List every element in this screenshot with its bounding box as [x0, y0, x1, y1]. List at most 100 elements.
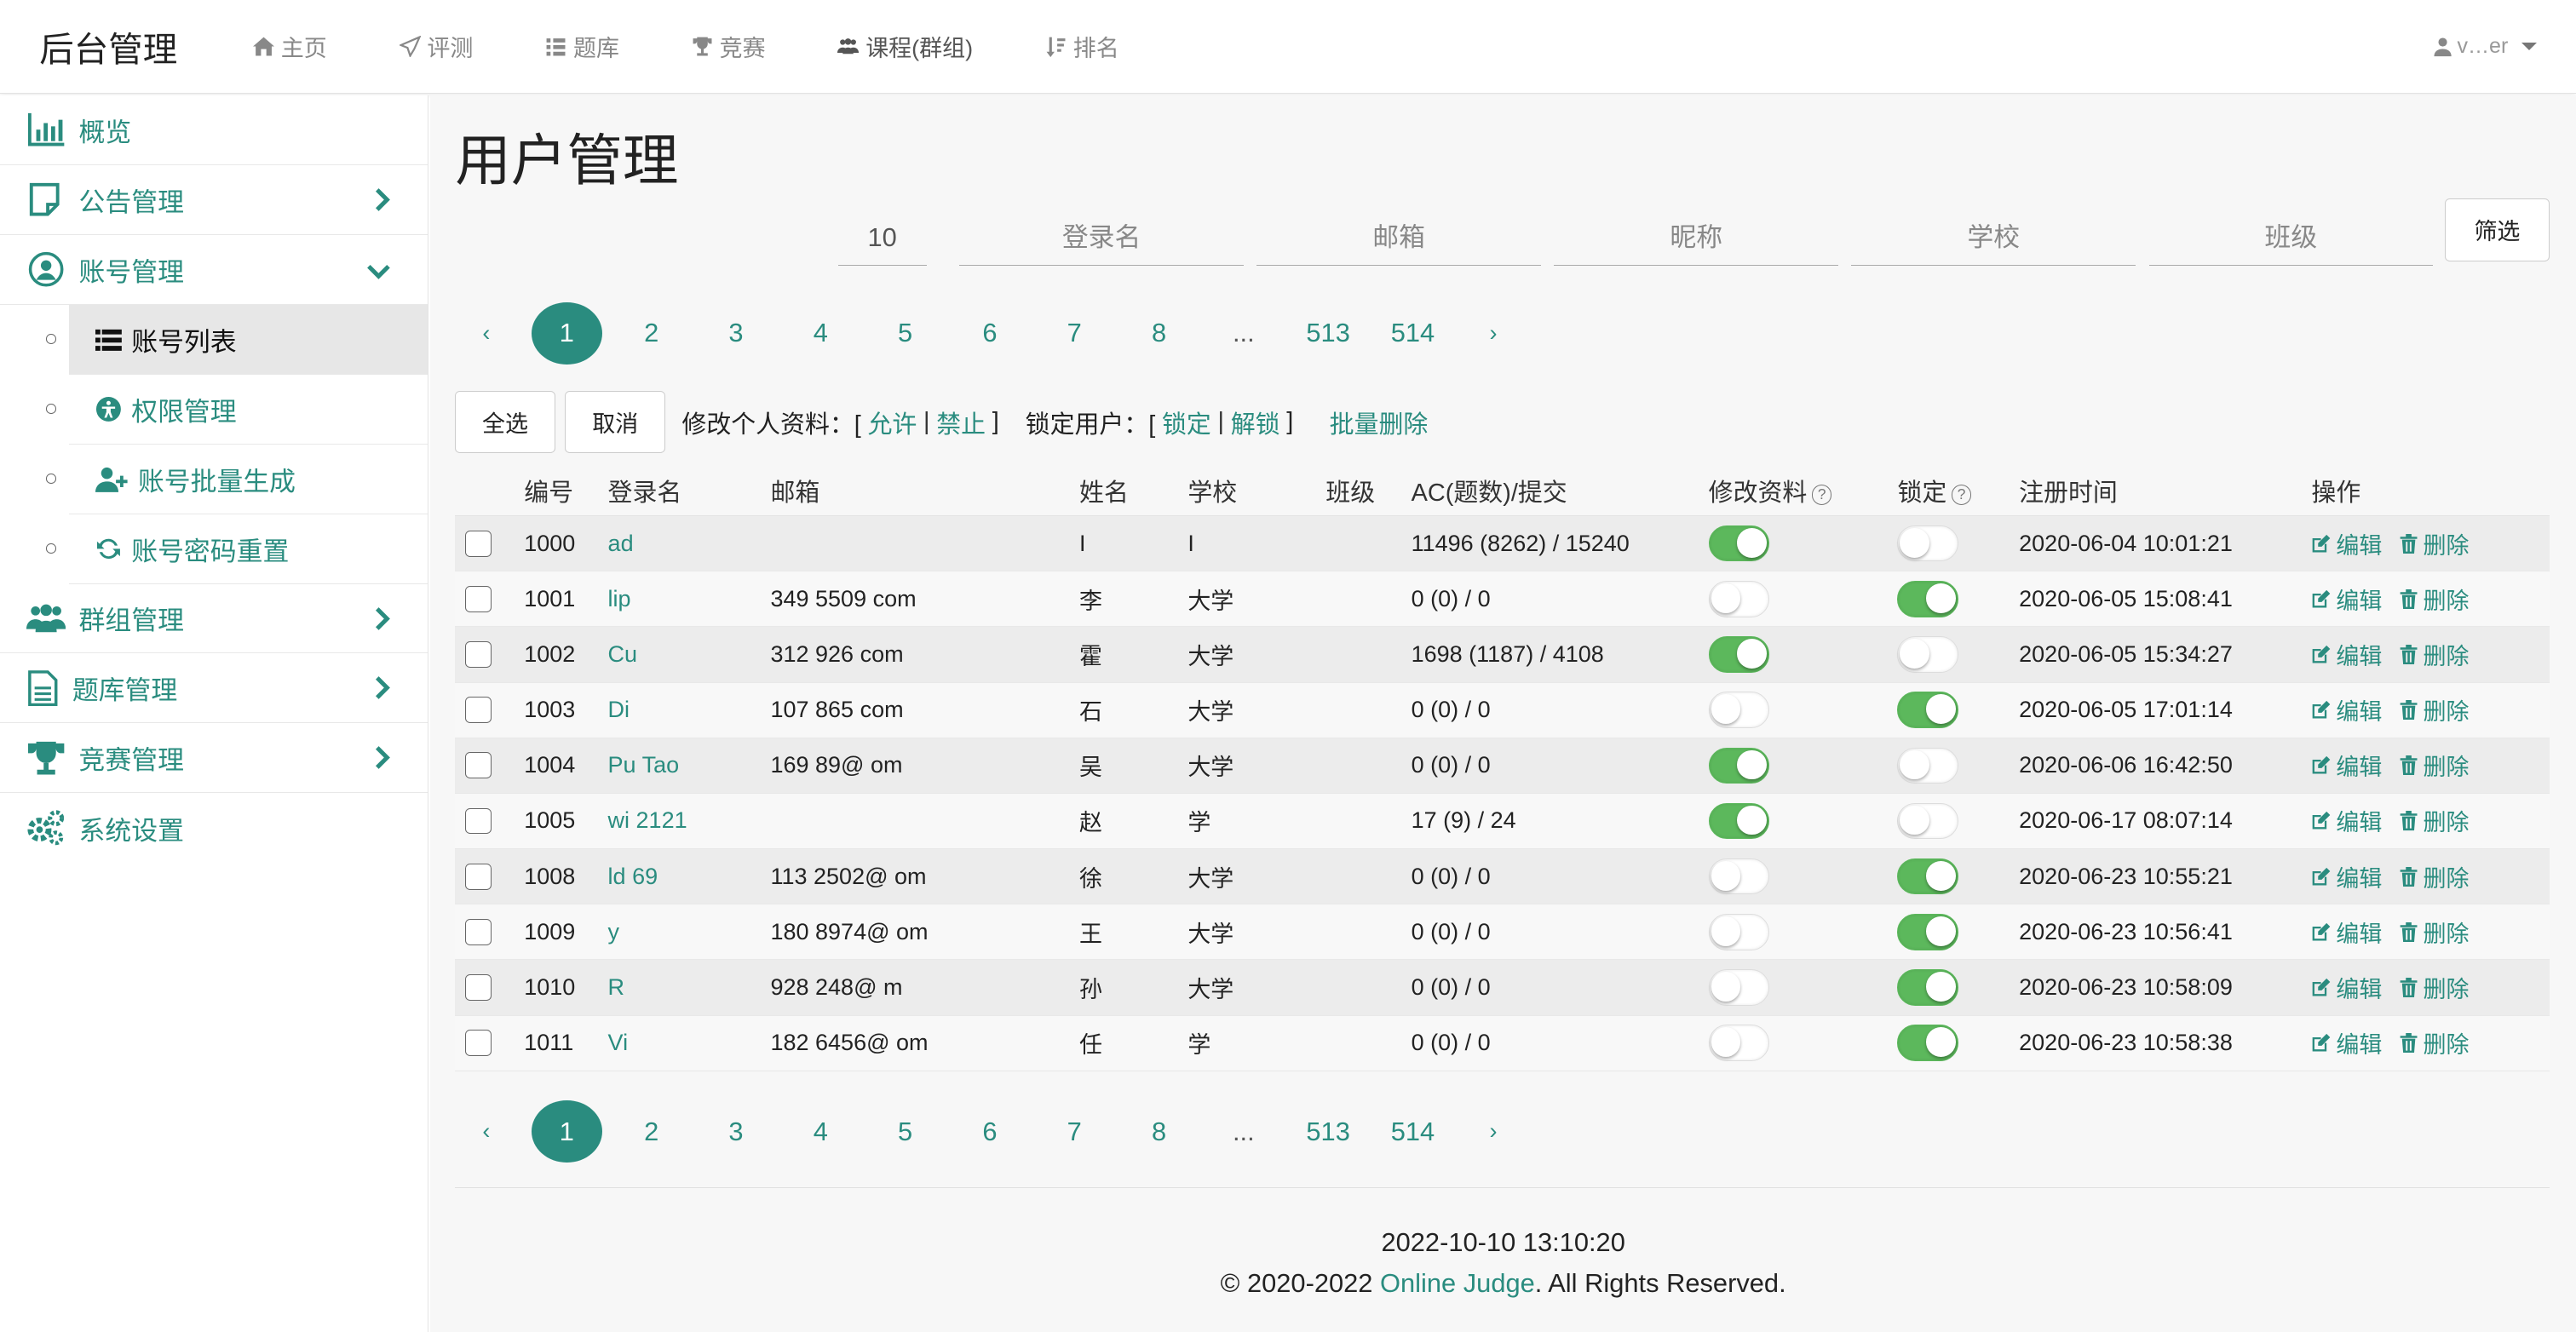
page-button-5[interactable]: 5 — [870, 302, 940, 365]
user-login[interactable]: Cu — [607, 626, 771, 683]
sidebar-item-settings[interactable]: 系统设置 — [0, 793, 428, 863]
edit-profile-toggle[interactable] — [1708, 525, 1769, 562]
edit-profile-toggle[interactable] — [1708, 858, 1769, 895]
nav-home[interactable]: 主页 — [217, 0, 364, 93]
nav-rank[interactable]: 排名 — [1009, 0, 1156, 93]
edit-button[interactable]: 编辑 — [2311, 527, 2382, 560]
row-checkbox[interactable] — [464, 530, 492, 557]
lock-toggle[interactable] — [1897, 581, 1958, 617]
brand-title[interactable]: 后台管理 — [39, 21, 177, 72]
page-button-514[interactable]: 514 — [1377, 1100, 1448, 1163]
page-button-514[interactable]: 514 — [1377, 302, 1448, 365]
delete-button[interactable]: 删除 — [2399, 583, 2470, 616]
class-filter-input[interactable] — [2148, 210, 2434, 267]
question-circle-icon[interactable]: ? — [1812, 485, 1832, 505]
edit-button[interactable]: 编辑 — [2311, 749, 2382, 782]
email-filter-input[interactable] — [1256, 210, 1541, 267]
page-button-8[interactable]: 8 — [1124, 302, 1194, 365]
page-button-2[interactable]: 2 — [616, 1100, 687, 1163]
user-login[interactable]: ld 69 — [607, 848, 771, 905]
sidebar-item-account[interactable]: 账号管理 — [0, 235, 428, 305]
nav-contest[interactable]: 竞赛 — [655, 0, 802, 93]
edit-profile-toggle[interactable] — [1708, 802, 1769, 840]
user-login[interactable]: y — [607, 904, 771, 961]
page-button-7[interactable]: 7 — [1039, 302, 1110, 365]
edit-profile-toggle[interactable] — [1708, 1025, 1769, 1061]
next-page-button[interactable]: › — [1462, 1100, 1524, 1163]
lock-toggle[interactable] — [1897, 802, 1958, 840]
lock-toggle[interactable] — [1897, 969, 1958, 1006]
sidebar-item-group[interactable]: 群组管理 — [0, 584, 428, 654]
delete-button[interactable]: 删除 — [2399, 527, 2470, 560]
lock-toggle[interactable] — [1897, 636, 1958, 673]
edit-profile-toggle[interactable] — [1708, 747, 1769, 784]
next-page-button[interactable]: › — [1462, 302, 1524, 365]
lock-toggle[interactable] — [1897, 858, 1958, 895]
page-button-4[interactable]: 4 — [785, 302, 856, 365]
sidebar-item-overview[interactable]: 概览 — [0, 95, 428, 165]
sidebar-item-notice[interactable]: 公告管理 — [0, 165, 428, 235]
row-checkbox[interactable] — [464, 863, 492, 890]
lock-toggle[interactable] — [1897, 747, 1958, 784]
delete-button[interactable]: 删除 — [2399, 804, 2470, 837]
page-button-5[interactable]: 5 — [870, 1100, 940, 1163]
user-login[interactable]: Di — [607, 682, 771, 738]
lock-toggle[interactable] — [1897, 914, 1958, 950]
sidebar-item-contest[interactable]: 竞赛管理 — [0, 723, 428, 794]
page-button-513[interactable]: 513 — [1293, 302, 1364, 365]
lock-toggle[interactable] — [1897, 692, 1958, 728]
page-button-1[interactable]: 1 — [531, 1100, 602, 1163]
delete-button[interactable]: 删除 — [2399, 749, 2470, 782]
page-button-6[interactable]: 6 — [954, 302, 1025, 365]
page-button-6[interactable]: 6 — [954, 1100, 1025, 1163]
school-filter-input[interactable] — [1851, 210, 2136, 267]
page-button-7[interactable]: 7 — [1039, 1100, 1110, 1163]
nickname-filter-input[interactable] — [1554, 210, 1839, 267]
user-login[interactable]: wi 2121 — [607, 793, 771, 850]
online-judge-link[interactable]: Online Judge — [1380, 1268, 1535, 1298]
question-circle-icon[interactable]: ? — [1952, 485, 1972, 505]
edit-button[interactable]: 编辑 — [2311, 693, 2382, 726]
select-all-button[interactable]: 全选 — [455, 390, 555, 454]
edit-button[interactable]: 编辑 — [2311, 860, 2382, 893]
lock-toggle[interactable] — [1897, 525, 1958, 562]
sidebar-subitem-permission[interactable]: 权限管理 — [0, 375, 428, 445]
delete-button[interactable]: 删除 — [2399, 1026, 2470, 1059]
login-filter-input[interactable] — [959, 210, 1244, 267]
sidebar-item-problem[interactable]: 题库管理 — [0, 653, 428, 724]
sidebar-subitem-reset[interactable]: 账号密码重置 — [0, 514, 428, 584]
edit-profile-toggle[interactable] — [1708, 914, 1769, 950]
delete-button[interactable]: 删除 — [2399, 971, 2470, 1004]
page-size-input[interactable] — [837, 210, 927, 267]
unlock-users-link[interactable]: 解锁 — [1231, 405, 1280, 440]
edit-button[interactable]: 编辑 — [2311, 971, 2382, 1004]
row-checkbox[interactable] — [464, 697, 492, 724]
row-checkbox[interactable] — [464, 807, 492, 835]
page-button-513[interactable]: 513 — [1293, 1100, 1364, 1163]
row-checkbox[interactable] — [464, 1030, 492, 1057]
delete-button[interactable]: 删除 — [2399, 693, 2470, 726]
allow-profile-edit-link[interactable]: 允许 — [868, 405, 917, 440]
row-checkbox[interactable] — [464, 585, 492, 612]
prev-page-button[interactable]: ‹ — [455, 302, 517, 365]
row-checkbox[interactable] — [464, 641, 492, 668]
bulk-delete-link[interactable]: 批量删除 — [1330, 405, 1429, 440]
page-button-4[interactable]: 4 — [785, 1100, 856, 1163]
nav-problems[interactable]: 题库 — [509, 0, 656, 93]
page-button-3[interactable]: 3 — [701, 1100, 772, 1163]
user-login[interactable]: ad — [607, 515, 771, 572]
edit-profile-toggle[interactable] — [1708, 969, 1769, 1006]
delete-button[interactable]: 删除 — [2399, 638, 2470, 671]
delete-button[interactable]: 删除 — [2399, 916, 2470, 949]
forbid-profile-edit-link[interactable]: 禁止 — [936, 405, 986, 440]
user-login[interactable]: Pu Tao — [607, 738, 771, 794]
edit-profile-toggle[interactable] — [1708, 692, 1769, 728]
edit-profile-toggle[interactable] — [1708, 581, 1769, 617]
edit-button[interactable]: 编辑 — [2311, 638, 2382, 671]
row-checkbox[interactable] — [464, 918, 492, 945]
row-checkbox[interactable] — [464, 752, 492, 779]
page-button-3[interactable]: 3 — [701, 302, 772, 365]
sidebar-subitem-account-list[interactable]: 账号列表 — [0, 304, 428, 375]
user-login[interactable]: lip — [607, 571, 771, 628]
nav-judge[interactable]: 评测 — [363, 0, 509, 93]
